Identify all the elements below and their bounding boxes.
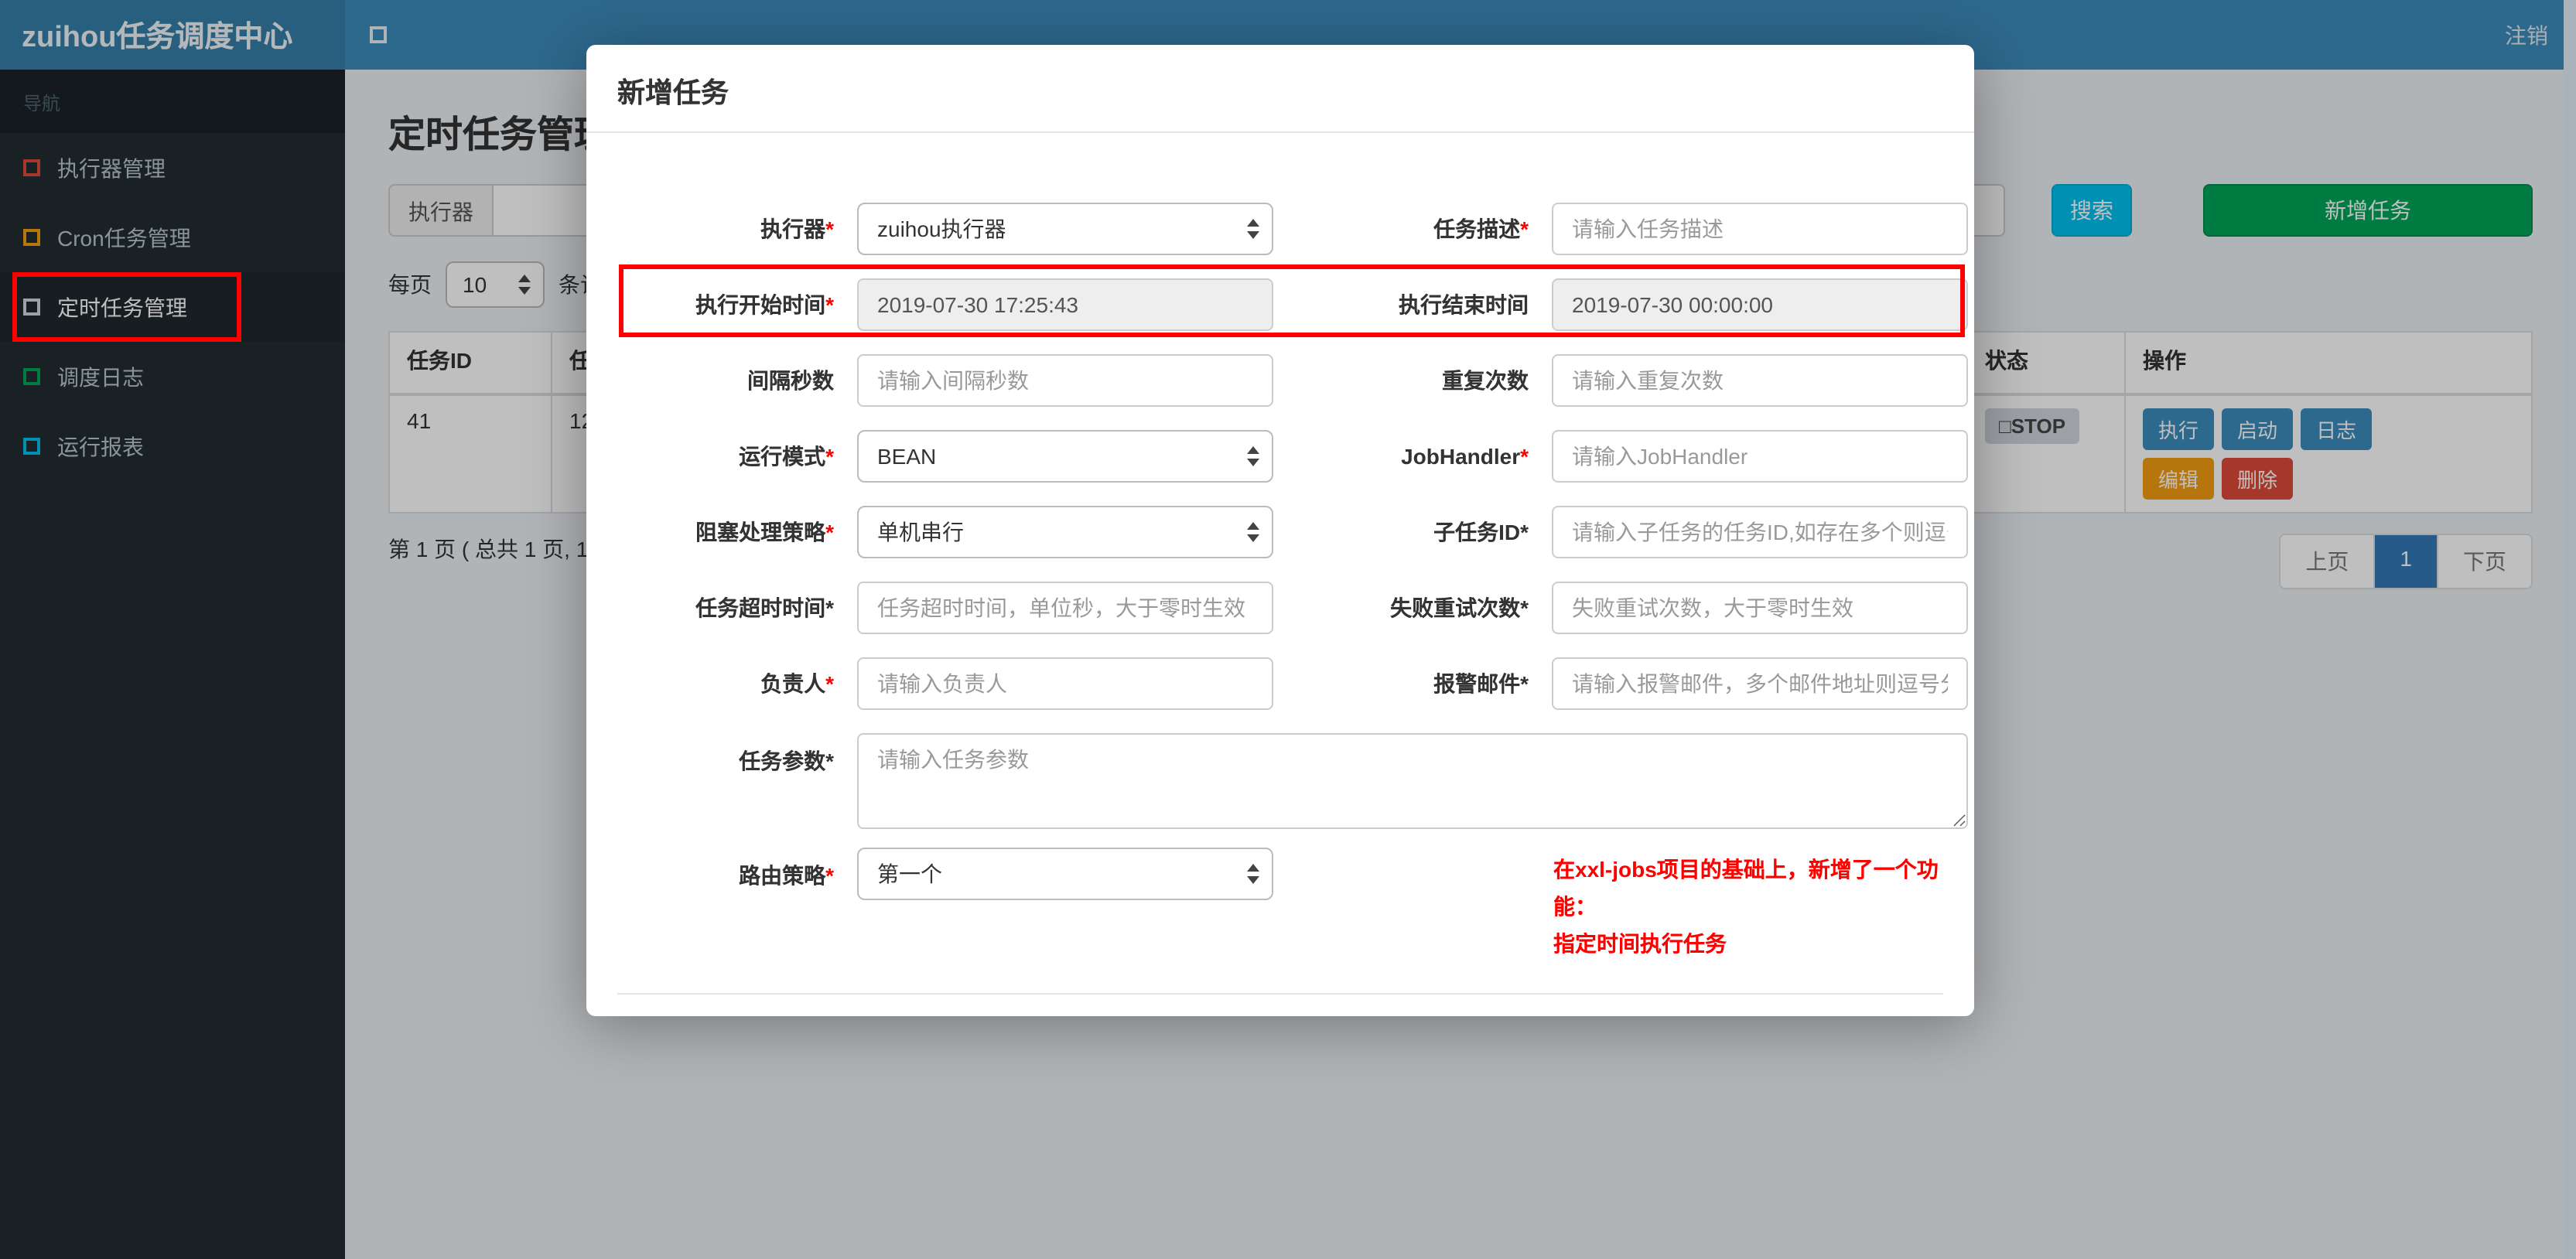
- required-asterisk: *: [825, 749, 834, 773]
- glue-type-select[interactable]: BEAN: [857, 430, 1273, 483]
- start-time-label: 执行开始时间*: [695, 292, 834, 317]
- route-strategy-label: 路由策略*: [739, 863, 834, 888]
- repeat-input[interactable]: [1552, 354, 1968, 407]
- required-asterisk: *: [1520, 595, 1529, 620]
- owner-input[interactable]: [857, 657, 1273, 710]
- executor-label: 执行器*: [760, 217, 834, 241]
- feature-note-line2: 指定时间执行任务: [1553, 931, 1727, 956]
- select-stepper-icon: [1247, 522, 1259, 542]
- required-asterisk: *: [825, 444, 834, 469]
- end-time-label: 执行结束时间: [1399, 292, 1529, 317]
- owner-label: 负责人*: [760, 671, 834, 696]
- job-handler-label: JobHandler*: [1401, 444, 1529, 469]
- form-row-timeout: 任务超时时间* 失败重试次数*: [617, 582, 1968, 634]
- required-asterisk: *: [825, 520, 834, 544]
- modal-title: 新增任务: [586, 45, 1974, 133]
- add-job-modal: 新增任务 执行器* zuihou执行器 任务描述* 执行开始时间* 执行结束时间…: [586, 45, 1974, 1016]
- executor-select[interactable]: zuihou执行器: [857, 203, 1273, 255]
- required-asterisk: *: [825, 217, 834, 241]
- start-time-input[interactable]: [857, 278, 1273, 331]
- child-job-input[interactable]: [1552, 506, 1968, 558]
- job-handler-input[interactable]: [1552, 430, 1968, 483]
- required-asterisk: *: [825, 595, 834, 620]
- form-row-param: 任务参数*: [617, 733, 1968, 829]
- app-root: zuihou任务调度中心 注销 导航 执行器管理 Cron任务管理 定时任务管理…: [0, 0, 2576, 1259]
- form-row-block: 阻塞处理策略* 单机串行 子任务ID*: [617, 506, 1968, 558]
- required-asterisk: *: [1520, 217, 1529, 241]
- route-strategy-select-value: 第一个: [877, 862, 942, 886]
- required-asterisk: *: [1520, 444, 1529, 469]
- executor-select-value: zuihou执行器: [877, 217, 1006, 241]
- block-strategy-select[interactable]: 单机串行: [857, 506, 1273, 558]
- select-stepper-icon: [1247, 864, 1259, 884]
- route-strategy-select[interactable]: 第一个: [857, 848, 1273, 900]
- alarm-email-label: 报警邮件*: [1433, 671, 1529, 696]
- required-asterisk: *: [825, 671, 834, 696]
- timeout-label: 任务超时时间*: [695, 595, 834, 620]
- feature-note-line1: 在xxl-jobs项目的基础上，新增了一个功能：: [1553, 857, 1939, 919]
- job-param-textarea[interactable]: [857, 733, 1968, 829]
- form-row-glue: 运行模式* BEAN JobHandler*: [617, 430, 1968, 483]
- form-row-owner: 负责人* 报警邮件*: [617, 657, 1968, 710]
- scrollbar[interactable]: [2564, 0, 2576, 1259]
- glue-type-label: 运行模式*: [739, 444, 834, 469]
- job-param-label: 任务参数*: [739, 749, 834, 773]
- form-row-exec-time: 执行开始时间* 执行结束时间: [617, 264, 1968, 337]
- end-time-input[interactable]: [1552, 278, 1968, 331]
- repeat-label: 重复次数: [1442, 368, 1529, 393]
- interval-input[interactable]: [857, 354, 1273, 407]
- retry-label: 失败重试次数*: [1390, 595, 1529, 620]
- form-row-interval: 间隔秒数 重复次数: [617, 354, 1968, 407]
- timeout-input[interactable]: [857, 582, 1273, 634]
- block-strategy-label: 阻塞处理策略*: [695, 520, 834, 544]
- feature-note: 在xxl-jobs项目的基础上，新增了一个功能： 指定时间执行任务: [1553, 851, 1968, 962]
- retry-input[interactable]: [1552, 582, 1968, 634]
- form-row-route: 路由策略* 第一个 在xxl-jobs项目的基础上，新增了一个功能： 指定时间执…: [617, 848, 1943, 962]
- child-job-label: 子任务ID*: [1433, 520, 1529, 544]
- job-desc-input[interactable]: [1552, 203, 1968, 255]
- required-asterisk: *: [1520, 520, 1529, 544]
- select-stepper-icon: [1247, 219, 1259, 239]
- alarm-email-input[interactable]: [1552, 657, 1968, 710]
- block-strategy-select-value: 单机串行: [877, 520, 964, 544]
- form-row-executor: 执行器* zuihou执行器 任务描述*: [617, 203, 1968, 255]
- required-asterisk: *: [1520, 671, 1529, 696]
- interval-label: 间隔秒数: [747, 368, 834, 393]
- required-asterisk: *: [825, 292, 834, 317]
- job-desc-label: 任务描述*: [1433, 217, 1529, 241]
- required-asterisk: *: [825, 863, 834, 888]
- select-stepper-icon: [1247, 446, 1259, 466]
- modal-body: 执行器* zuihou执行器 任务描述* 执行开始时间* 执行结束时间 间隔秒数…: [586, 133, 1974, 1016]
- glue-type-select-value: BEAN: [877, 444, 937, 469]
- modal-footer: 保存 取消: [617, 995, 1943, 1016]
